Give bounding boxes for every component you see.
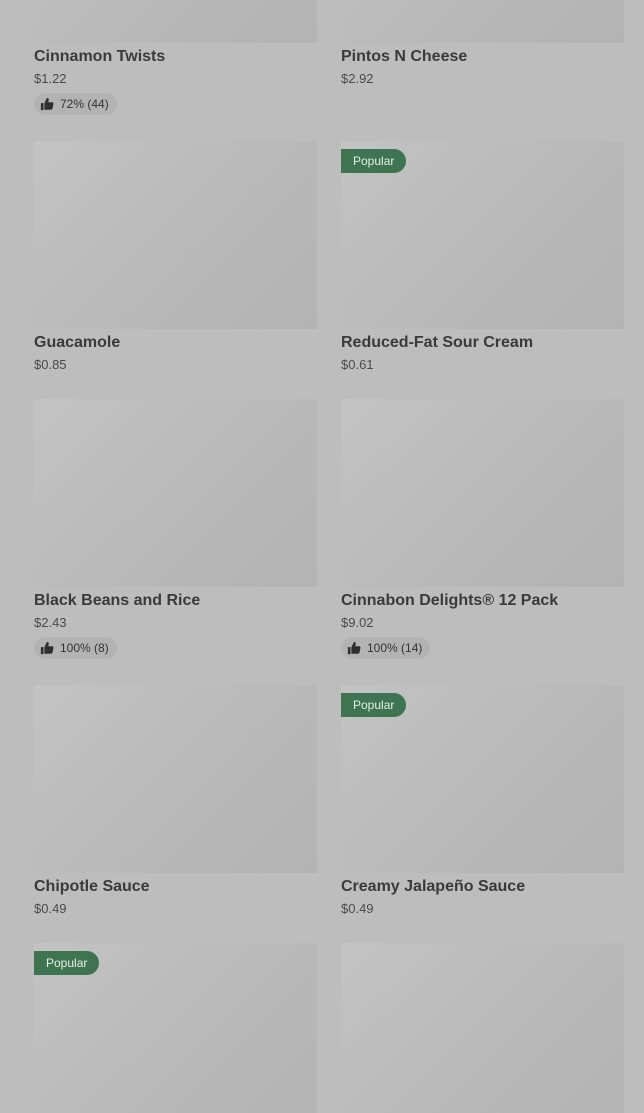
menu-item-image[interactable]: Popular	[341, 685, 624, 873]
menu-item-image[interactable]	[341, 0, 624, 43]
menu-item-image[interactable]: Popular	[341, 141, 624, 329]
menu-item-name[interactable]: Chipotle Sauce	[34, 878, 317, 896]
menu-item-price: $0.49	[34, 901, 67, 916]
menu-item-image[interactable]	[34, 0, 317, 43]
rating-badge: 100% (14)	[341, 637, 431, 659]
menu-item-price: $2.92	[341, 71, 374, 86]
menu-item-grid: Cinnamon Twists $1.22 72% (44) Pintos N …	[0, 0, 644, 1113]
menu-item-name[interactable]: Black Beans and Rice	[34, 592, 317, 610]
menu-item-price: $1.22	[34, 71, 67, 86]
popular-badge: Popular	[34, 951, 100, 975]
menu-item-card[interactable]: Popular Reduced-Fat Sour Cream $0.61	[341, 141, 624, 372]
menu-item-card[interactable]: Guacamole $0.85	[34, 141, 317, 372]
rating-text: 100% (8)	[60, 641, 109, 655]
menu-item-card[interactable]: Chipotle Sauce $0.49	[34, 685, 317, 916]
menu-item-image[interactable]	[34, 399, 317, 587]
menu-item-image[interactable]	[341, 399, 624, 587]
rating-text: 100% (14)	[367, 641, 423, 655]
rating-badge: 100% (8)	[34, 637, 117, 659]
menu-item-card[interactable]: Pintos N Cheese $2.92	[341, 0, 624, 86]
menu-item-image[interactable]	[34, 141, 317, 329]
menu-item-price: $0.61	[341, 357, 374, 372]
menu-item-image[interactable]: Popular	[34, 943, 317, 1113]
thumbs-up-icon	[40, 641, 54, 655]
menu-item-price: $2.43	[34, 615, 67, 630]
menu-item-image[interactable]	[341, 943, 624, 1113]
menu-item-name[interactable]: Cinnamon Twists	[34, 48, 317, 66]
menu-item-price: $9.02	[341, 615, 374, 630]
menu-item-name[interactable]: Reduced-Fat Sour Cream	[341, 334, 624, 352]
rating-text: 72% (44)	[60, 97, 109, 111]
menu-item-image[interactable]	[34, 685, 317, 873]
thumbs-up-icon	[40, 97, 54, 111]
thumbs-up-icon	[347, 641, 361, 655]
menu-item-card[interactable]: Popular	[34, 943, 317, 1113]
menu-item-card[interactable]: Popular Creamy Jalapeño Sauce $0.49	[341, 685, 624, 916]
menu-item-name[interactable]: Cinnabon Delights® 12 Pack	[341, 592, 624, 610]
menu-item-price: $0.85	[34, 357, 67, 372]
popular-badge: Popular	[341, 693, 407, 717]
menu-item-card[interactable]: Black Beans and Rice $2.43 100% (8)	[34, 399, 317, 660]
menu-item-name[interactable]: Pintos N Cheese	[341, 48, 624, 66]
menu-item-card[interactable]	[341, 943, 624, 1113]
rating-badge: 72% (44)	[34, 93, 117, 115]
menu-item-card[interactable]: Cinnabon Delights® 12 Pack $9.02 100% (1…	[341, 399, 624, 660]
popular-badge: Popular	[341, 149, 407, 173]
menu-item-price: $0.49	[341, 901, 374, 916]
menu-item-name[interactable]: Creamy Jalapeño Sauce	[341, 878, 624, 896]
menu-item-card[interactable]: Cinnamon Twists $1.22 72% (44)	[34, 0, 317, 116]
menu-item-name[interactable]: Guacamole	[34, 334, 317, 352]
